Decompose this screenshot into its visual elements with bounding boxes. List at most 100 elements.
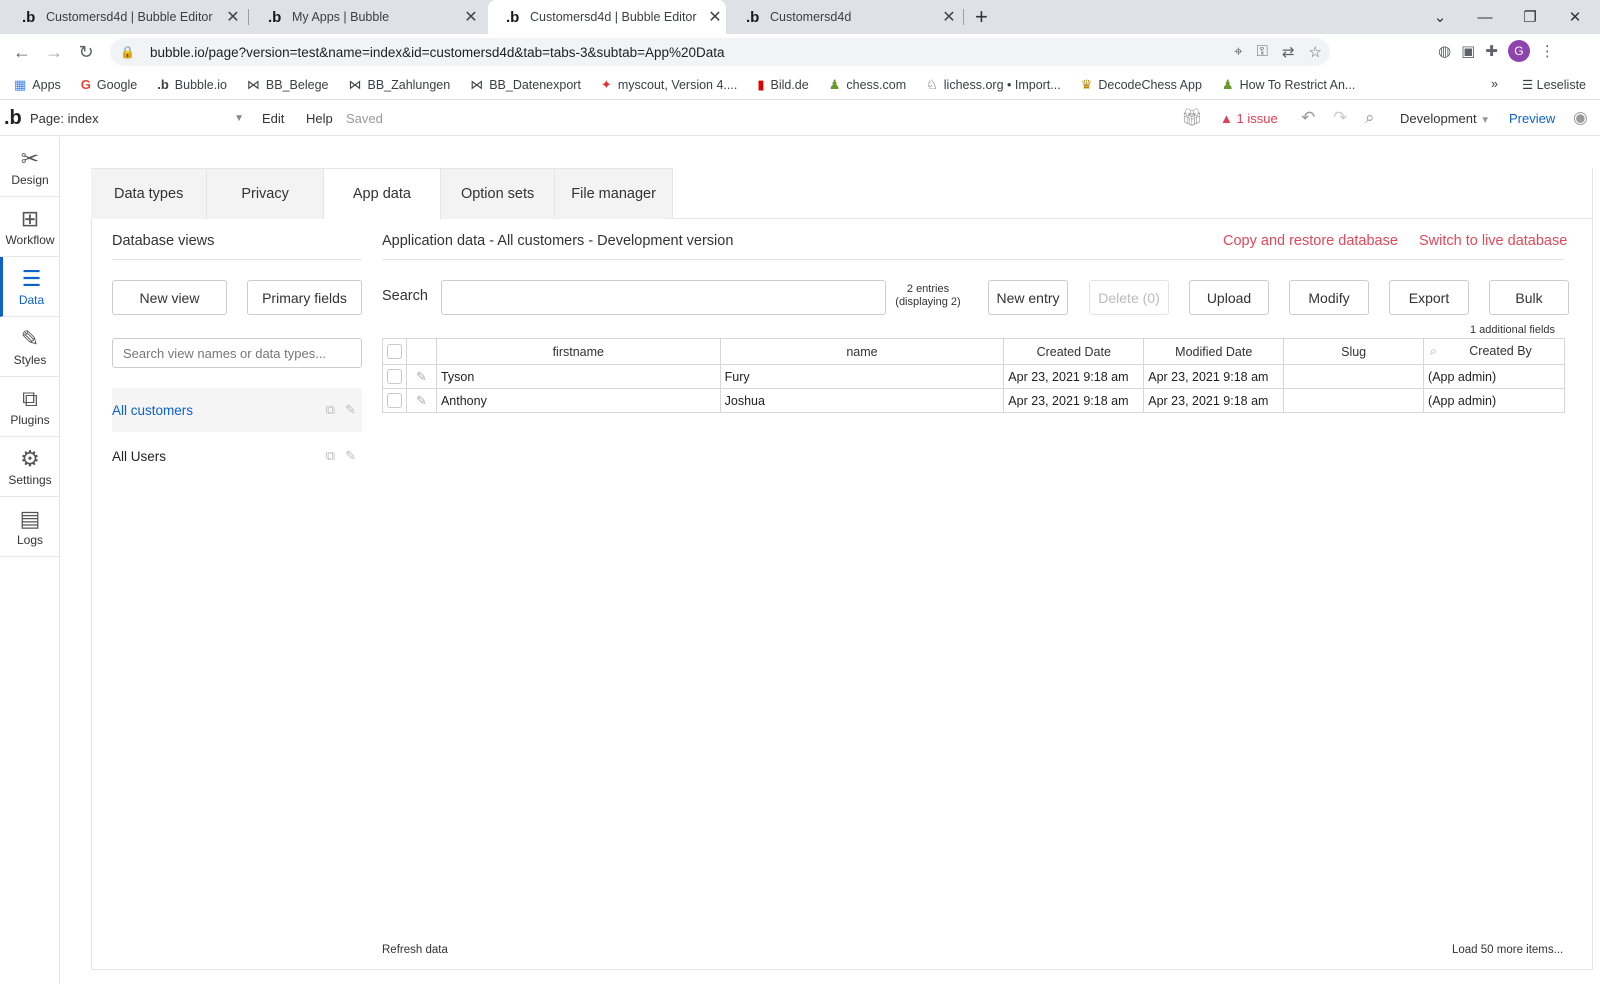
menu-dots-icon[interactable]: ⋮ [1540, 42, 1555, 60]
new-tab-button[interactable]: + [975, 4, 988, 30]
cell-firstname[interactable]: Tyson [435, 364, 721, 389]
pencil-icon[interactable]: ✎ [416, 369, 427, 384]
close-icon[interactable]: ✕ [704, 7, 726, 27]
puzzle-icon[interactable]: ✚ [1485, 42, 1498, 60]
export-button[interactable]: Export [1389, 280, 1469, 315]
cell-firstname[interactable]: Anthony [435, 388, 721, 413]
column-header[interactable]: firstname [435, 338, 721, 365]
sidebar-item-data[interactable]: ☰ Data [0, 257, 60, 317]
pencil-icon[interactable]: ✎ [416, 393, 427, 408]
pencil-icon[interactable]: ✎ [345, 402, 356, 418]
cell-slug[interactable] [1283, 364, 1425, 389]
translate-icon[interactable]: ⇄ [1282, 43, 1295, 61]
location-icon[interactable]: ⌖ [1234, 43, 1242, 61]
new-entry-button[interactable]: New entry [988, 280, 1068, 315]
copy-icon[interactable]: ⧉ [326, 402, 335, 418]
bookmark-decodechess[interactable]: ♛ DecodeChess App [1081, 77, 1202, 93]
bookmark-how-to-restrict[interactable]: ♟ How To Restrict An... [1222, 77, 1355, 93]
cell-created-date[interactable]: Apr 23, 2021 9:18 am [1003, 364, 1145, 389]
page-selector[interactable]: Page: index ▼ [30, 111, 244, 126]
bookmark-myscout[interactable]: ✦ myscout, Version 4.... [601, 77, 737, 93]
close-icon[interactable]: ✕ [938, 7, 960, 27]
table-row[interactable]: ✎ Anthony Joshua Apr 23, 2021 9:18 am Ap… [382, 388, 1565, 413]
modify-button[interactable]: Modify [1289, 280, 1369, 315]
column-header-created-by[interactable]: ⌕ Created By [1423, 338, 1565, 365]
cell-modified-date[interactable]: Apr 23, 2021 9:18 am [1143, 364, 1285, 389]
data-search-input[interactable] [441, 280, 886, 315]
tab-data-types[interactable]: Data types [91, 168, 208, 219]
tab-privacy[interactable]: Privacy [207, 168, 324, 219]
close-icon[interactable]: ✕ [222, 7, 244, 27]
lock-icon[interactable]: 🔒 [120, 45, 138, 59]
cell-name[interactable]: Fury [719, 364, 1005, 389]
select-all-checkbox[interactable] [386, 344, 402, 360]
tab-option-sets[interactable]: Option sets [440, 168, 556, 219]
window-close-icon[interactable]: ✕ [1553, 0, 1597, 34]
bookmark-chess[interactable]: ♟ chess.com [829, 77, 906, 93]
column-header[interactable]: Modified Date [1143, 338, 1285, 365]
sidebar-item-styles[interactable]: ✎ Styles [0, 317, 60, 377]
sidebar-item-plugins[interactable]: ⧉ Plugins [0, 377, 60, 437]
issues-indicator[interactable]: ▲ 1 issue [1220, 111, 1278, 126]
search-icon[interactable]: ⌕ [1365, 108, 1375, 128]
row-checkbox[interactable] [386, 369, 402, 385]
view-item-all-users[interactable]: All Users ⧉ ✎ [112, 434, 362, 478]
bookmark-bb-zahlungen[interactable]: ⋈ BB_Zahlungen [348, 77, 450, 93]
sidebar-item-logs[interactable]: ▤ Logs [0, 497, 60, 557]
copy-icon[interactable]: ⧉ [326, 448, 335, 464]
load-more-link[interactable]: Load 50 more items... [1452, 944, 1563, 956]
browser-tab[interactable]: .b Customersd4d | Bubble Editor ✕ [4, 0, 244, 34]
preview-link[interactable]: Preview [1509, 111, 1555, 126]
bookmark-bild[interactable]: ▮ Bild.de [757, 77, 808, 93]
browser-tab-active[interactable]: .b Customersd4d | Bubble Editor ✕ [488, 0, 726, 34]
sidebar-item-workflow[interactable]: ⊞ Workflow [0, 197, 60, 257]
pencil-icon[interactable]: ✎ [345, 448, 356, 464]
copy-restore-database-link[interactable]: Copy and restore database [1223, 233, 1398, 249]
account-icon[interactable]: ◉ [1573, 108, 1588, 128]
sidebar-item-design[interactable]: ✂ Design [0, 137, 60, 197]
view-item-all-customers[interactable]: All customers ⧉ ✎ [112, 388, 362, 432]
star-icon[interactable]: ☆ [1309, 43, 1322, 61]
back-icon[interactable]: ← [10, 40, 34, 64]
sidebar-item-settings[interactable]: ⚙ Settings [0, 437, 60, 497]
search-icon[interactable]: ⌕ [1430, 344, 1437, 359]
bookmark-lichess[interactable]: ♘ lichess.org • Import... [926, 77, 1061, 93]
address-bar[interactable]: 🔒 bubble.io/page?version=test&name=index… [110, 38, 1330, 66]
browser-tab[interactable]: .b Customersd4d ✕ [728, 0, 960, 34]
refresh-data-link[interactable]: Refresh data [382, 944, 448, 956]
table-row[interactable]: ✎ Tyson Fury Apr 23, 2021 9:18 am Apr 23… [382, 364, 1565, 389]
bookmark-bb-belege[interactable]: ⋈ BB_Belege [247, 77, 329, 93]
tab-file-manager[interactable]: File manager [555, 168, 673, 219]
reload-icon[interactable]: ↻ [74, 40, 98, 64]
bookmark-bb-datenexport[interactable]: ⋈ BB_Datenexport [470, 77, 581, 93]
key-icon[interactable]: ⚿ [1257, 43, 1268, 61]
bookmark-bubble[interactable]: .b Bubble.io [157, 77, 227, 92]
cell-created-by[interactable]: (App admin) [1423, 364, 1565, 389]
view-search-input[interactable] [112, 338, 362, 368]
restore-icon[interactable]: ❐ [1508, 0, 1552, 34]
new-view-button[interactable]: New view [112, 280, 227, 315]
gift-icon[interactable]: 🎁︎ [1181, 108, 1203, 128]
column-header[interactable]: Created Date [1003, 338, 1145, 365]
bulk-button[interactable]: Bulk [1489, 280, 1569, 315]
column-header[interactable]: Slug [1283, 338, 1425, 365]
environment-selector[interactable]: Development ▼ [1400, 111, 1490, 126]
upload-button[interactable]: Upload [1189, 280, 1269, 315]
switch-live-database-link[interactable]: Switch to live database [1419, 233, 1567, 249]
menu-help[interactable]: Help [306, 111, 333, 126]
close-icon[interactable]: ✕ [460, 7, 482, 27]
column-header[interactable]: name [719, 338, 1005, 365]
redo-icon[interactable]: ↷ [1333, 108, 1347, 128]
undo-icon[interactable]: ↶ [1301, 108, 1315, 128]
delete-button[interactable]: Delete (0) [1089, 280, 1169, 315]
bookmark-google[interactable]: G Google [81, 77, 137, 92]
cell-slug[interactable] [1283, 388, 1425, 413]
browser-tab[interactable]: .b My Apps | Bubble ✕ [250, 0, 482, 34]
bookmark-apps[interactable]: ▦ Apps [14, 77, 61, 93]
extension-icon[interactable]: ▣ [1461, 42, 1475, 60]
minimize-icon[interactable]: — [1463, 0, 1507, 34]
extension-globe-icon[interactable]: ◍ [1438, 42, 1451, 60]
bubble-logo-icon[interactable]: .b [4, 107, 22, 130]
tab-app-data[interactable]: App data [323, 168, 441, 219]
url-text[interactable]: bubble.io/page?version=test&name=index&i… [150, 45, 725, 60]
